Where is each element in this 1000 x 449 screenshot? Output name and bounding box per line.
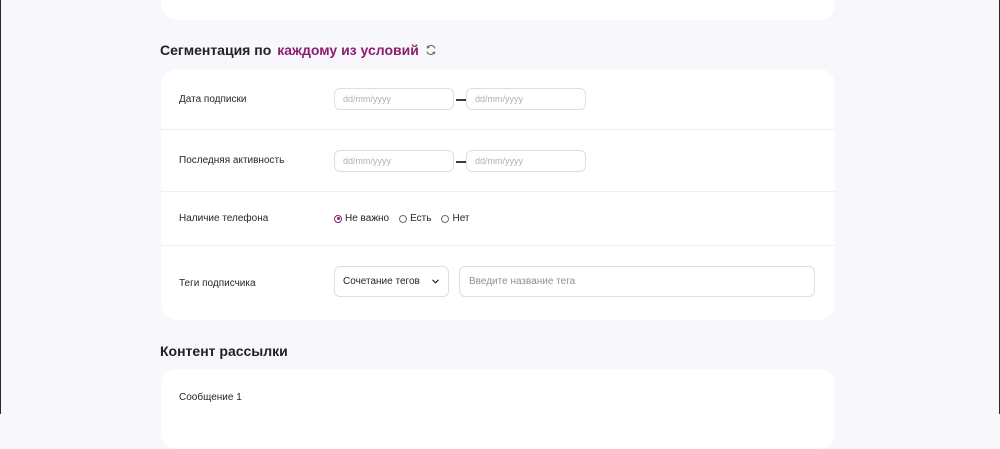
content-title-text: Контент рассылки — [160, 343, 288, 359]
content-title: Контент рассылки — [160, 343, 288, 359]
message-1-label: Сообщение 1 — [179, 392, 242, 403]
tag-name-input[interactable] — [459, 266, 815, 297]
radio-unchecked-icon[interactable] — [399, 214, 408, 223]
last-activity-label: Последняя активность — [179, 155, 285, 166]
chevron-down-icon — [432, 279, 439, 284]
tag-combination-select[interactable]: Сочетание тегов — [334, 266, 449, 297]
phone-radio-group: Не важно Есть Нет — [334, 213, 470, 224]
subscription-date-label: Дата подписки — [179, 93, 247, 105]
radio-unchecked-icon[interactable] — [441, 214, 450, 223]
segmentation-title: Сегментация по каждому из условий — [160, 42, 437, 58]
phone-option-any[interactable]: Не важно — [334, 213, 389, 224]
subscription-date-row: Дата подписки — [161, 69, 835, 130]
phone-option-yes[interactable]: Есть — [399, 213, 431, 224]
phone-option-no-label: Нет — [452, 213, 470, 224]
last-activity-row: Последняя активность — [161, 130, 835, 192]
radio-checked-icon[interactable] — [334, 214, 342, 223]
refresh-icon[interactable] — [425, 44, 437, 56]
phone-row: Наличие телефона Не важно Есть Нет — [161, 192, 835, 246]
phone-option-no[interactable]: Нет — [441, 213, 470, 224]
segmentation-mode-link[interactable]: каждому из условий — [277, 42, 419, 58]
subscription-date-from-input[interactable] — [334, 88, 454, 110]
tags-row: Теги подписчика Сочетание тегов — [161, 246, 835, 320]
last-activity-from-input[interactable] — [334, 150, 454, 172]
tag-combination-value: Сочетание тегов — [343, 276, 420, 287]
phone-option-any-label: Не важно — [345, 213, 390, 224]
tags-label: Теги подписчика — [179, 277, 256, 289]
phone-label: Наличие телефона — [179, 213, 269, 224]
phone-option-yes-label: Есть — [410, 213, 432, 224]
subscription-date-to-input[interactable] — [466, 88, 586, 110]
previous-card — [161, 0, 835, 20]
last-activity-to-input[interactable] — [466, 150, 586, 172]
segmentation-card: Дата подписки Последняя активность Налич… — [161, 69, 835, 320]
content-card: Сообщение 1 — [161, 369, 835, 449]
segmentation-title-prefix: Сегментация по — [160, 42, 272, 58]
